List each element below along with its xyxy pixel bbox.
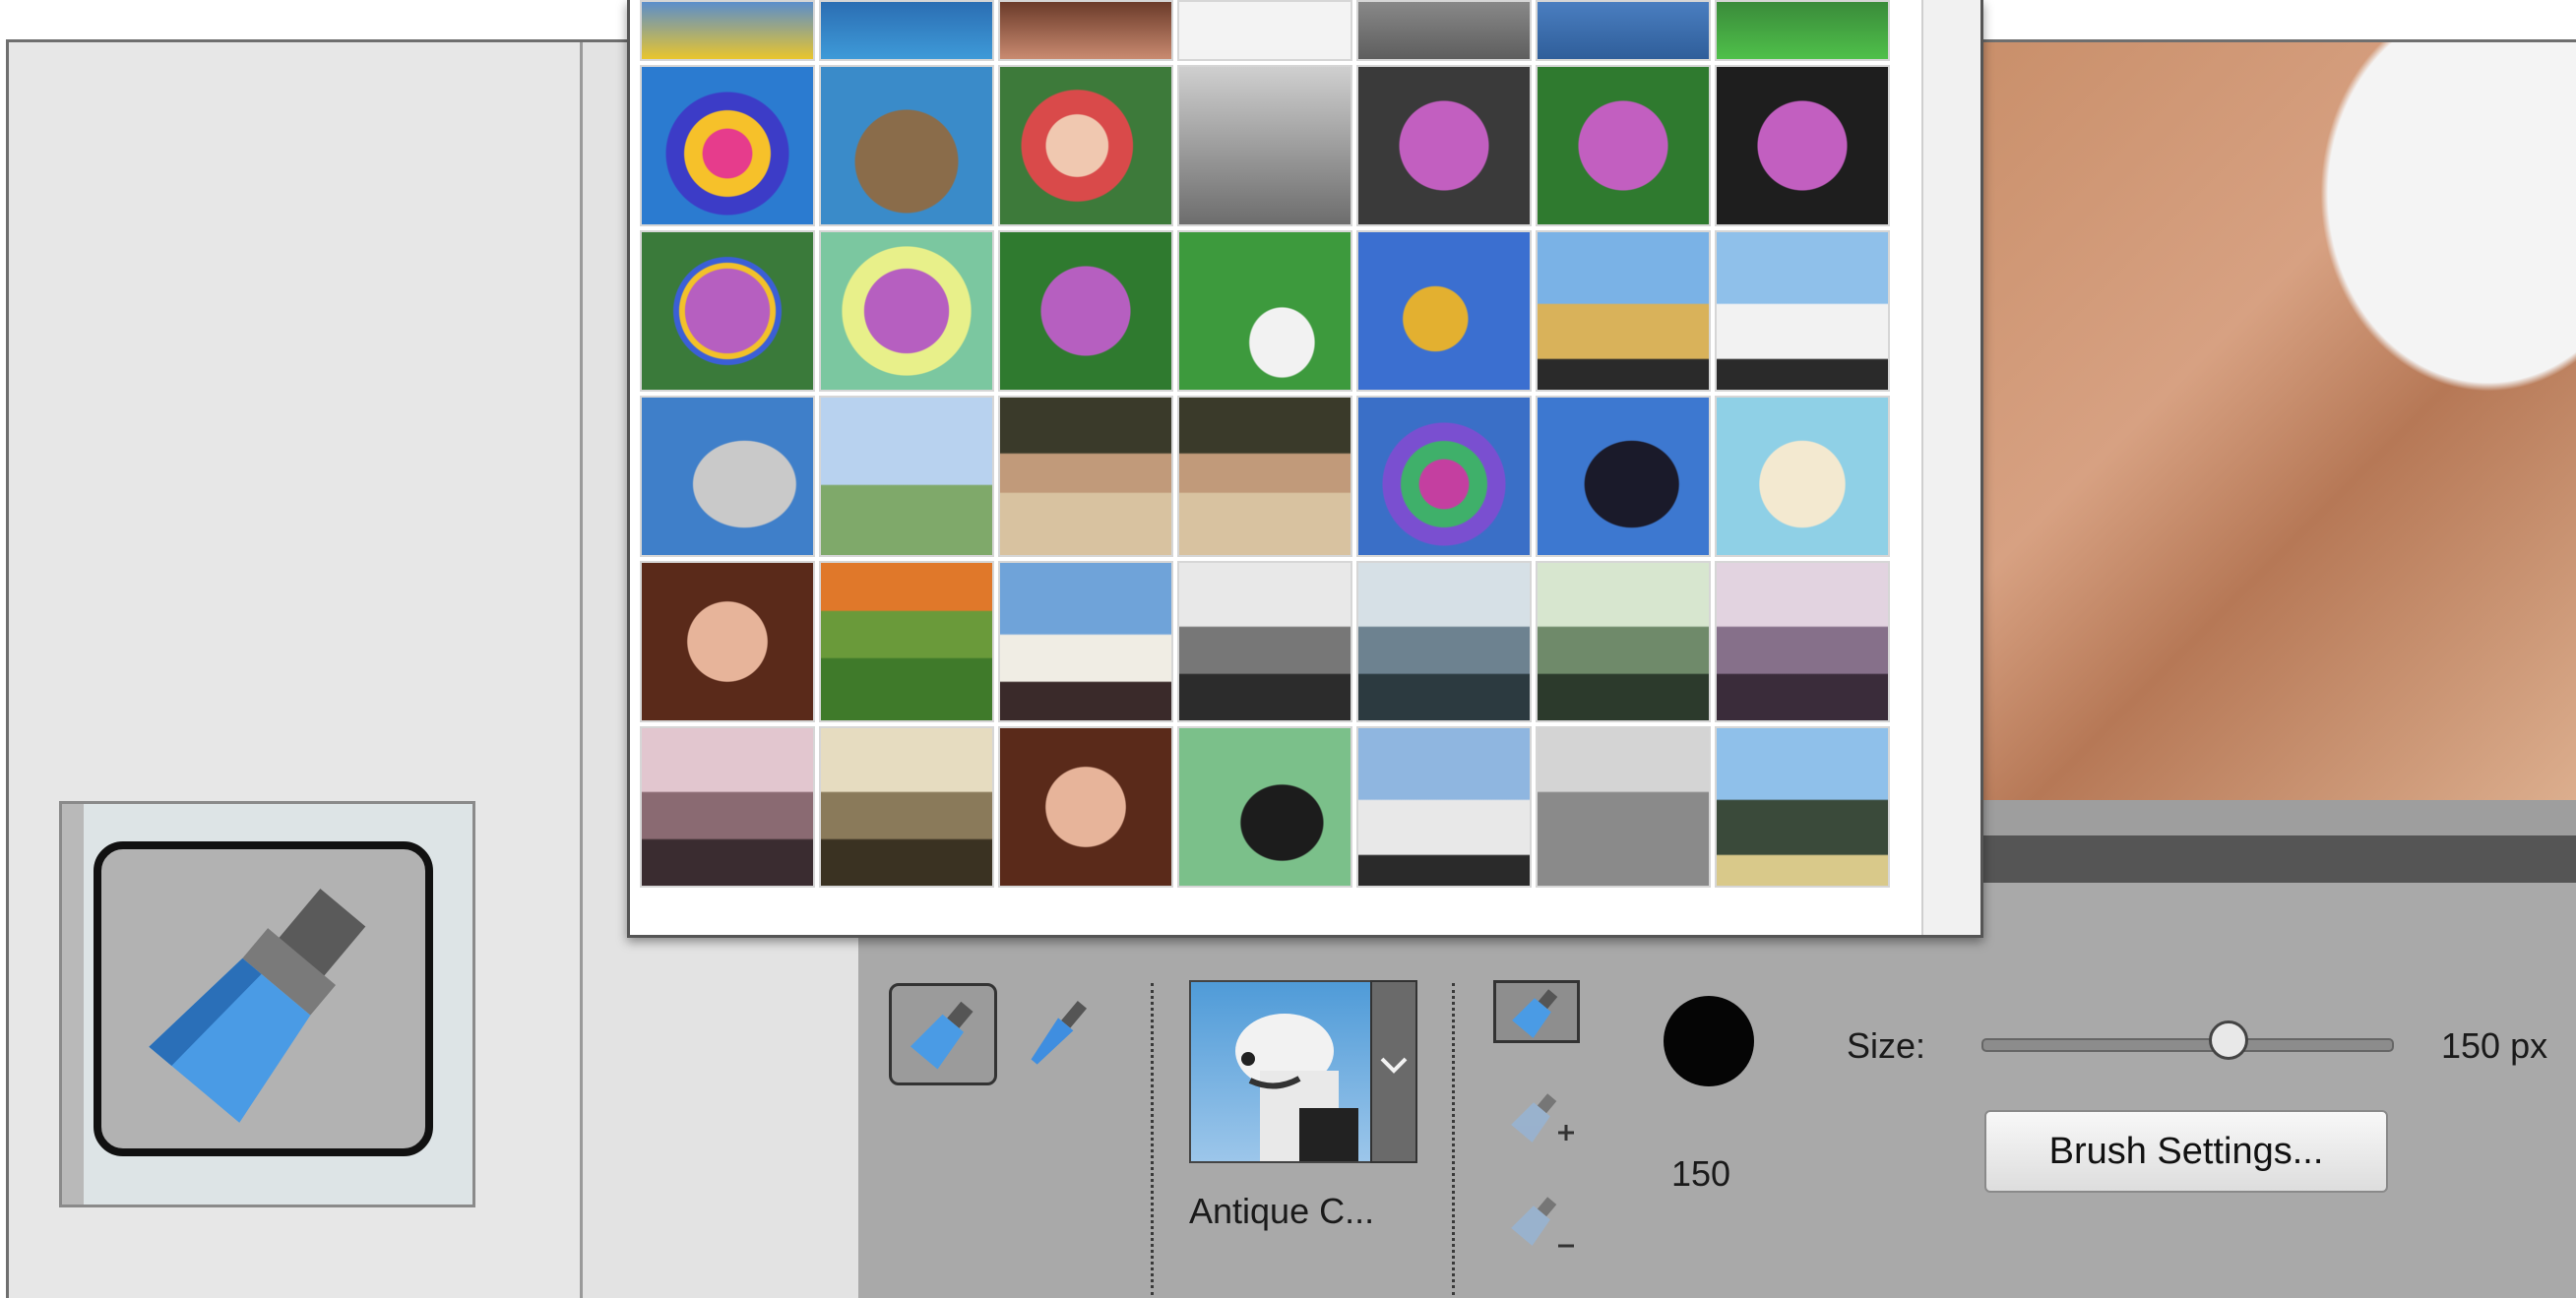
- preset-tile[interactable]: [819, 561, 994, 722]
- brush-preview-dot[interactable]: [1664, 996, 1754, 1086]
- preset-tile[interactable]: [1356, 65, 1532, 226]
- preset-tile[interactable]: [1177, 0, 1352, 61]
- preset-tile[interactable]: [1715, 0, 1890, 61]
- size-label: Size:: [1847, 1025, 1926, 1066]
- preset-tile[interactable]: [998, 0, 1173, 61]
- tool-options-bar: [858, 883, 2576, 1298]
- preset-tile[interactable]: [640, 65, 815, 226]
- subtract-from-selection-button[interactable]: [1501, 1181, 1580, 1260]
- brush-icon: [1031, 1001, 1088, 1065]
- brush-plus-icon: [1511, 1093, 1574, 1143]
- preset-tile[interactable]: [1715, 726, 1890, 888]
- brush-icon: [149, 888, 366, 1123]
- preset-tile[interactable]: [640, 561, 815, 722]
- add-to-selection-button[interactable]: [1501, 1078, 1580, 1156]
- preset-tile[interactable]: [1715, 65, 1890, 226]
- separator: [1452, 983, 1455, 1295]
- separator: [1151, 983, 1154, 1295]
- preset-tile[interactable]: [819, 65, 994, 226]
- preset-dropdown-button[interactable]: [1370, 980, 1417, 1163]
- impressionist-brush-button[interactable]: [1014, 989, 1102, 1078]
- size-slider-track[interactable]: [1981, 1038, 2394, 1052]
- preset-grid: [640, 0, 1892, 888]
- preset-tile[interactable]: [1536, 726, 1711, 888]
- preset-picker-popup: [627, 0, 1983, 938]
- preset-tile[interactable]: [640, 230, 815, 392]
- preset-tile[interactable]: [1715, 230, 1890, 392]
- preset-tile[interactable]: [1356, 230, 1532, 392]
- preset-tile[interactable]: [640, 0, 815, 61]
- preset-tile[interactable]: [1177, 230, 1352, 392]
- preset-tile[interactable]: [998, 65, 1173, 226]
- preset-tile[interactable]: [998, 396, 1173, 557]
- preset-tile[interactable]: [640, 396, 815, 557]
- brush-icon: [1512, 989, 1558, 1038]
- preset-tile[interactable]: [998, 230, 1173, 392]
- preset-tile[interactable]: [1177, 561, 1352, 722]
- preset-tile[interactable]: [1536, 230, 1711, 392]
- brush-size-number: 150: [1671, 1153, 1731, 1194]
- preset-tile[interactable]: [1536, 0, 1711, 61]
- smart-brush-tool-button[interactable]: [94, 841, 433, 1156]
- canvas-bottom-bar: [1974, 835, 2576, 883]
- photo-canvas[interactable]: [1974, 42, 2576, 800]
- preset-tile[interactable]: [998, 561, 1173, 722]
- preset-tile[interactable]: [1356, 561, 1532, 722]
- brush-settings-button[interactable]: Brush Settings...: [1984, 1110, 2388, 1193]
- preset-tile[interactable]: [998, 726, 1173, 888]
- tool-preview-edge: [62, 804, 84, 1205]
- chevron-down-icon: [1380, 1057, 1408, 1074]
- brush-icon: [910, 1001, 974, 1070]
- preset-tile[interactable]: [819, 726, 994, 888]
- dog-thumbnail: [1235, 1014, 1358, 1161]
- preset-name-label: Antique C...: [1189, 1191, 1375, 1231]
- preset-thumbnail[interactable]: [1189, 980, 1372, 1163]
- brush-minus-icon: [1511, 1197, 1574, 1248]
- preset-tile[interactable]: [1536, 561, 1711, 722]
- mode-brush-button[interactable]: [889, 983, 997, 1085]
- preset-tile[interactable]: [819, 230, 994, 392]
- picker-scrollbar[interactable]: [1921, 0, 1980, 935]
- new-selection-brush-button[interactable]: [1493, 980, 1580, 1043]
- preset-tile[interactable]: [1356, 396, 1532, 557]
- preset-tile[interactable]: [1177, 726, 1352, 888]
- canvas-scroll-track: [1974, 800, 2576, 835]
- size-value: 150 px: [2441, 1025, 2548, 1066]
- preset-tile[interactable]: [640, 726, 815, 888]
- preset-tile[interactable]: [1536, 396, 1711, 557]
- preset-tile[interactable]: [1715, 396, 1890, 557]
- tool-preview: [59, 801, 475, 1207]
- preset-tile[interactable]: [1177, 396, 1352, 557]
- preset-tile[interactable]: [1536, 65, 1711, 226]
- preset-tile[interactable]: [819, 396, 994, 557]
- preset-tile[interactable]: [1356, 726, 1532, 888]
- preset-tile[interactable]: [1177, 65, 1352, 226]
- preset-tile[interactable]: [1356, 0, 1532, 61]
- preset-tile[interactable]: [819, 0, 994, 61]
- preset-tile[interactable]: [1715, 561, 1890, 722]
